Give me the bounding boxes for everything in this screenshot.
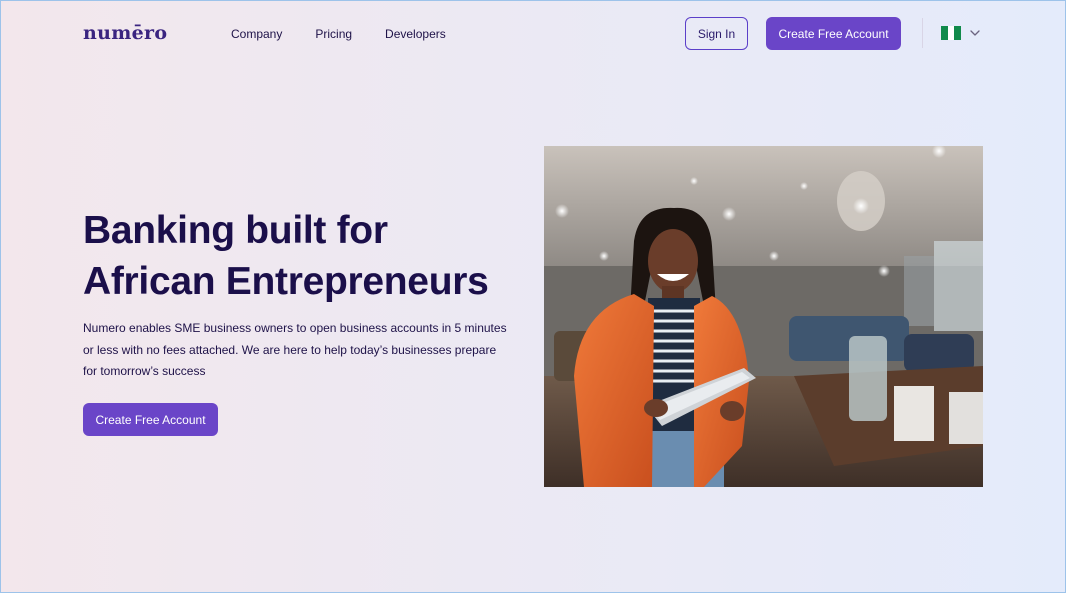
language-selector[interactable]: [941, 26, 981, 40]
nav-pricing[interactable]: Pricing: [315, 27, 352, 41]
nigeria-flag-icon: [941, 26, 962, 40]
hero-title: Banking built for African Entrepreneurs: [83, 205, 523, 307]
hero-image: [544, 146, 983, 487]
chevron-down-icon: [970, 30, 980, 36]
nav-divider: [922, 18, 923, 48]
hero-title-line-1: Banking built for: [83, 209, 388, 252]
sign-in-button[interactable]: Sign In: [685, 17, 748, 50]
main-nav: Company Pricing Developers: [231, 27, 479, 41]
hero-create-account-button[interactable]: Create Free Account: [83, 403, 218, 436]
create-account-button[interactable]: Create Free Account: [766, 17, 901, 50]
nav-company[interactable]: Company: [231, 27, 282, 41]
numero-logo[interactable]: numēro: [83, 22, 167, 44]
hero-title-line-2: African Entrepreneurs: [83, 260, 489, 303]
hero-photo-illustration: [544, 146, 983, 487]
nav-developers[interactable]: Developers: [385, 27, 446, 41]
hero-description: Numero enables SME business owners to op…: [83, 321, 507, 378]
